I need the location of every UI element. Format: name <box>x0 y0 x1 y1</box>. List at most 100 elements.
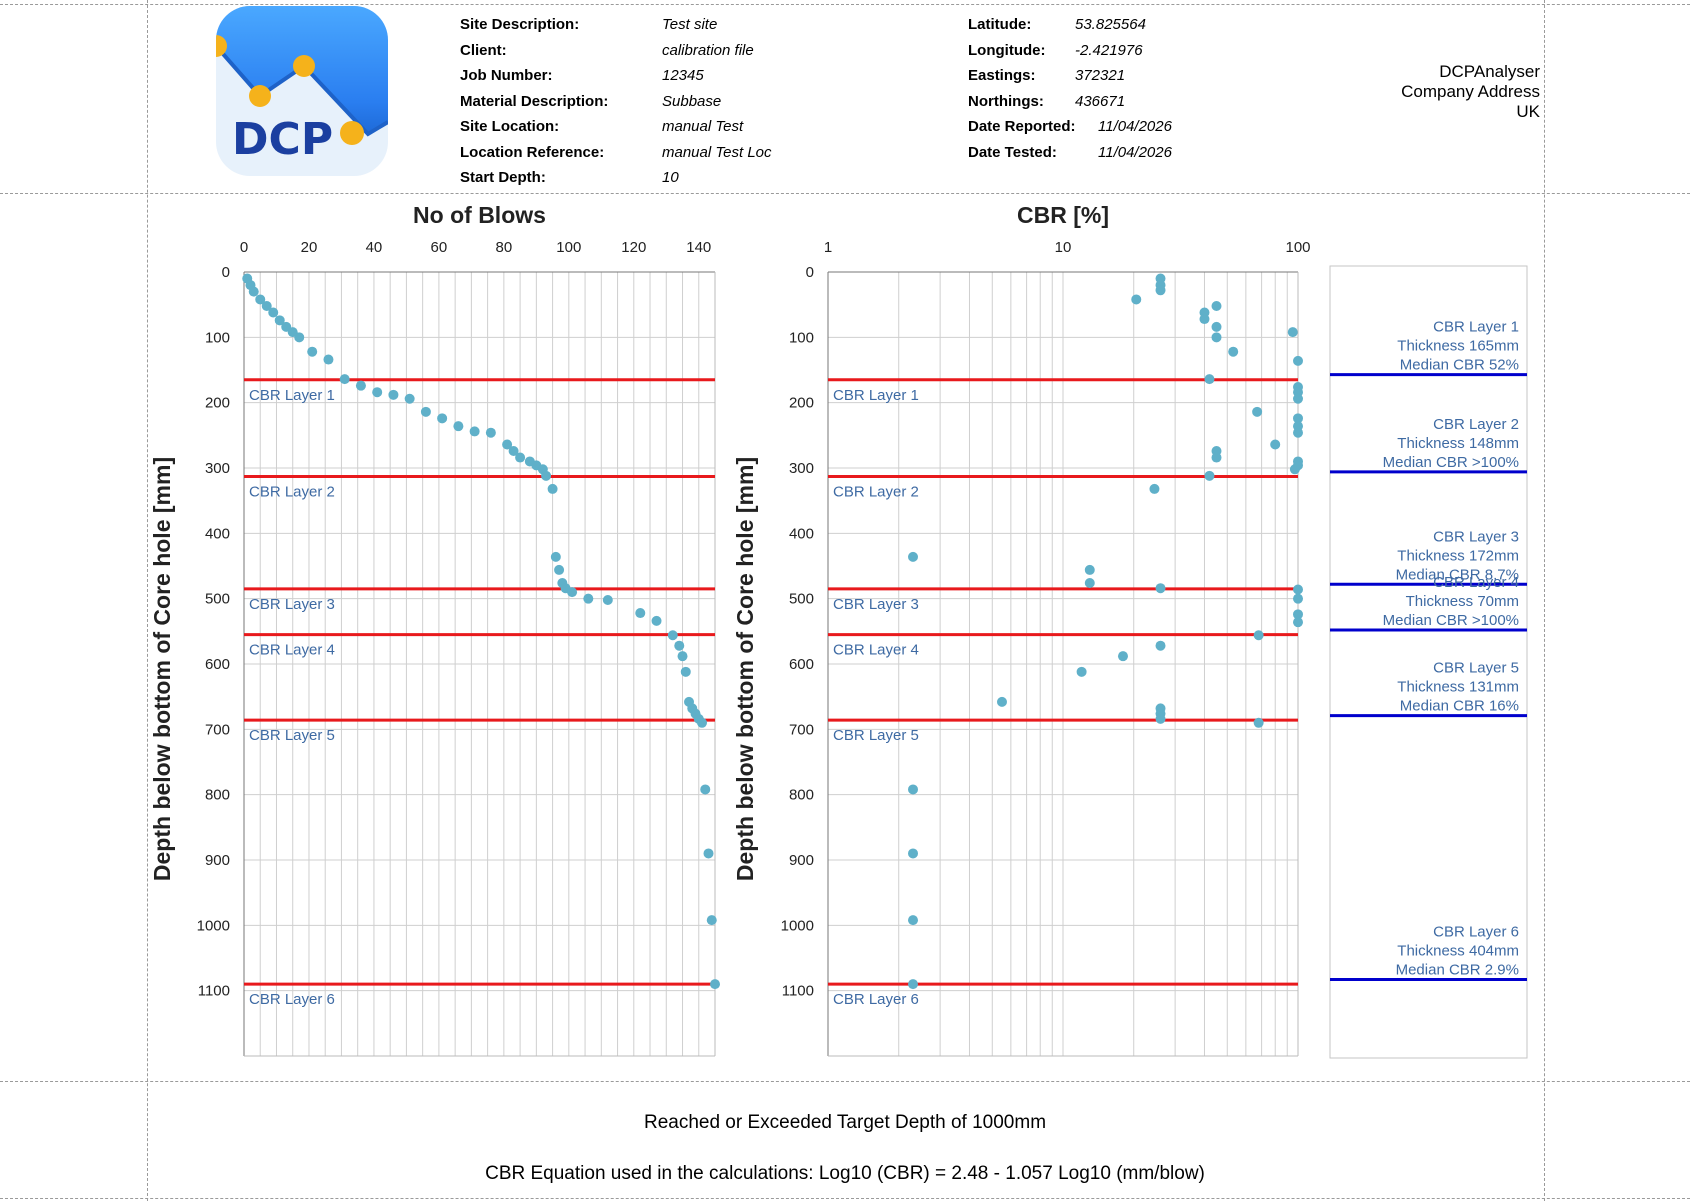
data-point <box>355 380 366 391</box>
data-point <box>996 696 1007 707</box>
y-tick-label: 1100 <box>782 983 814 1000</box>
data-point <box>1084 577 1095 588</box>
layer-boundary-label: CBR Layer 5 <box>833 727 919 744</box>
data-point <box>294 332 305 343</box>
summary-layer-thickness: Thickness 404mm <box>1397 943 1519 960</box>
data-point <box>1253 717 1264 728</box>
blows-chart: 0 20 40 60 80 100 120 140 0 100 200 300 400 500 600 700… <box>149 202 720 1057</box>
layer-boundary-label: CBR Layer 2 <box>249 483 335 500</box>
data-point <box>677 651 688 662</box>
data-point <box>1287 327 1298 338</box>
y-tick-label: 800 <box>205 787 230 804</box>
data-point <box>908 551 919 562</box>
layer-boundary-label: CBR Layer 6 <box>833 991 919 1008</box>
x-tick-label: 20 <box>301 239 318 256</box>
data-point <box>1211 300 1222 311</box>
summary-layer-median: Median CBR >100% <box>1383 454 1519 471</box>
data-point <box>1199 314 1210 325</box>
data-point <box>583 593 594 604</box>
summary-layer-name: CBR Layer 2 <box>1433 416 1519 433</box>
data-point <box>541 470 552 481</box>
data-point <box>515 452 526 463</box>
y-tick-label: 0 <box>806 264 814 281</box>
x-tick-label: 1 <box>824 239 832 256</box>
summary-layer-thickness: Thickness 165mm <box>1397 338 1519 355</box>
y-tick-label: 600 <box>205 656 230 673</box>
layer-boundary-label: CBR Layer 6 <box>249 991 335 1008</box>
x-tick-label: 120 <box>621 239 646 256</box>
data-point <box>1204 374 1215 385</box>
layer-boundary-label: CBR Layer 1 <box>833 387 919 404</box>
data-point <box>1204 470 1215 481</box>
data-point <box>908 915 919 926</box>
data-point <box>388 389 399 400</box>
chart-title: CBR [%] <box>1017 202 1109 228</box>
data-point <box>469 426 480 437</box>
summary-layer-median: Median CBR 52% <box>1400 357 1519 374</box>
x-tick-label: 40 <box>366 239 383 256</box>
layer-boundary-label: CBR Layer 4 <box>249 642 335 659</box>
data-point <box>1131 294 1142 305</box>
data-point <box>908 848 919 859</box>
layer-summary-panel: CBR Layer 1 Thickness 165mm Median CBR 52%… <box>1329 265 1528 1059</box>
y-tick-label: 100 <box>205 329 230 346</box>
data-point <box>554 564 565 575</box>
data-point <box>651 615 662 626</box>
y-tick-label: 200 <box>789 395 814 412</box>
data-point <box>1155 640 1166 651</box>
chart-title: No of Blows <box>413 202 546 228</box>
y-tick-label: 400 <box>205 525 230 542</box>
data-point <box>1117 651 1128 662</box>
summary-layer-name: CBR Layer 3 <box>1433 528 1519 545</box>
cbr-chart: 1 10 1000100200300400500600700800900100011… <box>732 202 1311 1057</box>
y-tick-label: 400 <box>789 525 814 542</box>
y-axis-label: Depth below bottom of Core hole [mm] <box>732 457 758 881</box>
y-tick-label: 300 <box>789 460 814 477</box>
y-tick-label: 200 <box>205 395 230 412</box>
y-tick-label: 500 <box>205 591 230 608</box>
data-point <box>268 307 279 318</box>
summary-layer-name: CBR Layer 6 <box>1433 924 1519 941</box>
y-tick-label: 700 <box>789 721 814 738</box>
summary-layer-thickness: Thickness 131mm <box>1397 679 1519 696</box>
y-tick-label: 900 <box>205 852 230 869</box>
data-point <box>547 483 558 494</box>
y-axis-label: Depth below bottom of Core hole [mm] <box>149 457 175 881</box>
summary-layer-median: Median CBR 2.9% <box>1396 962 1519 979</box>
data-point <box>550 551 561 562</box>
data-point <box>908 979 919 990</box>
y-tick-label: 1000 <box>197 917 230 934</box>
summary-layer-name: CBR Layer 1 <box>1433 319 1519 336</box>
data-point <box>1211 452 1222 463</box>
y-tick-label: 800 <box>789 787 814 804</box>
data-point <box>1293 393 1303 404</box>
data-point <box>437 413 448 424</box>
data-point <box>602 594 613 605</box>
data-point <box>372 387 383 398</box>
data-point <box>323 354 334 365</box>
data-point <box>635 608 646 619</box>
summary-layer-name: CBR Layer 5 <box>1433 660 1519 677</box>
summary-layer-thickness: Thickness 148mm <box>1397 435 1519 452</box>
data-point <box>1293 355 1303 366</box>
data-point <box>307 346 318 357</box>
data-point <box>567 587 578 598</box>
y-tick-label: 100 <box>789 329 814 346</box>
x-tick-label: 140 <box>686 239 711 256</box>
data-point <box>667 630 678 641</box>
summary-layer-median: Median CBR 16% <box>1400 698 1519 715</box>
y-tick-label: 500 <box>789 591 814 608</box>
data-point <box>697 717 708 728</box>
x-tick-label: 0 <box>240 239 248 256</box>
summary-layer-name: CBR Layer 4 <box>1433 574 1519 591</box>
x-tick-label: 60 <box>431 239 448 256</box>
data-point <box>1155 285 1166 296</box>
data-point <box>706 915 717 926</box>
data-point <box>700 784 711 795</box>
target-depth-note: Reached or Exceeded Target Depth of 1000… <box>643 1112 1047 1133</box>
y-tick-label: 600 <box>789 656 814 673</box>
data-point <box>1211 332 1222 343</box>
data-point <box>1293 584 1303 595</box>
x-tick-label: 10 <box>1055 239 1072 256</box>
data-point <box>404 393 415 404</box>
